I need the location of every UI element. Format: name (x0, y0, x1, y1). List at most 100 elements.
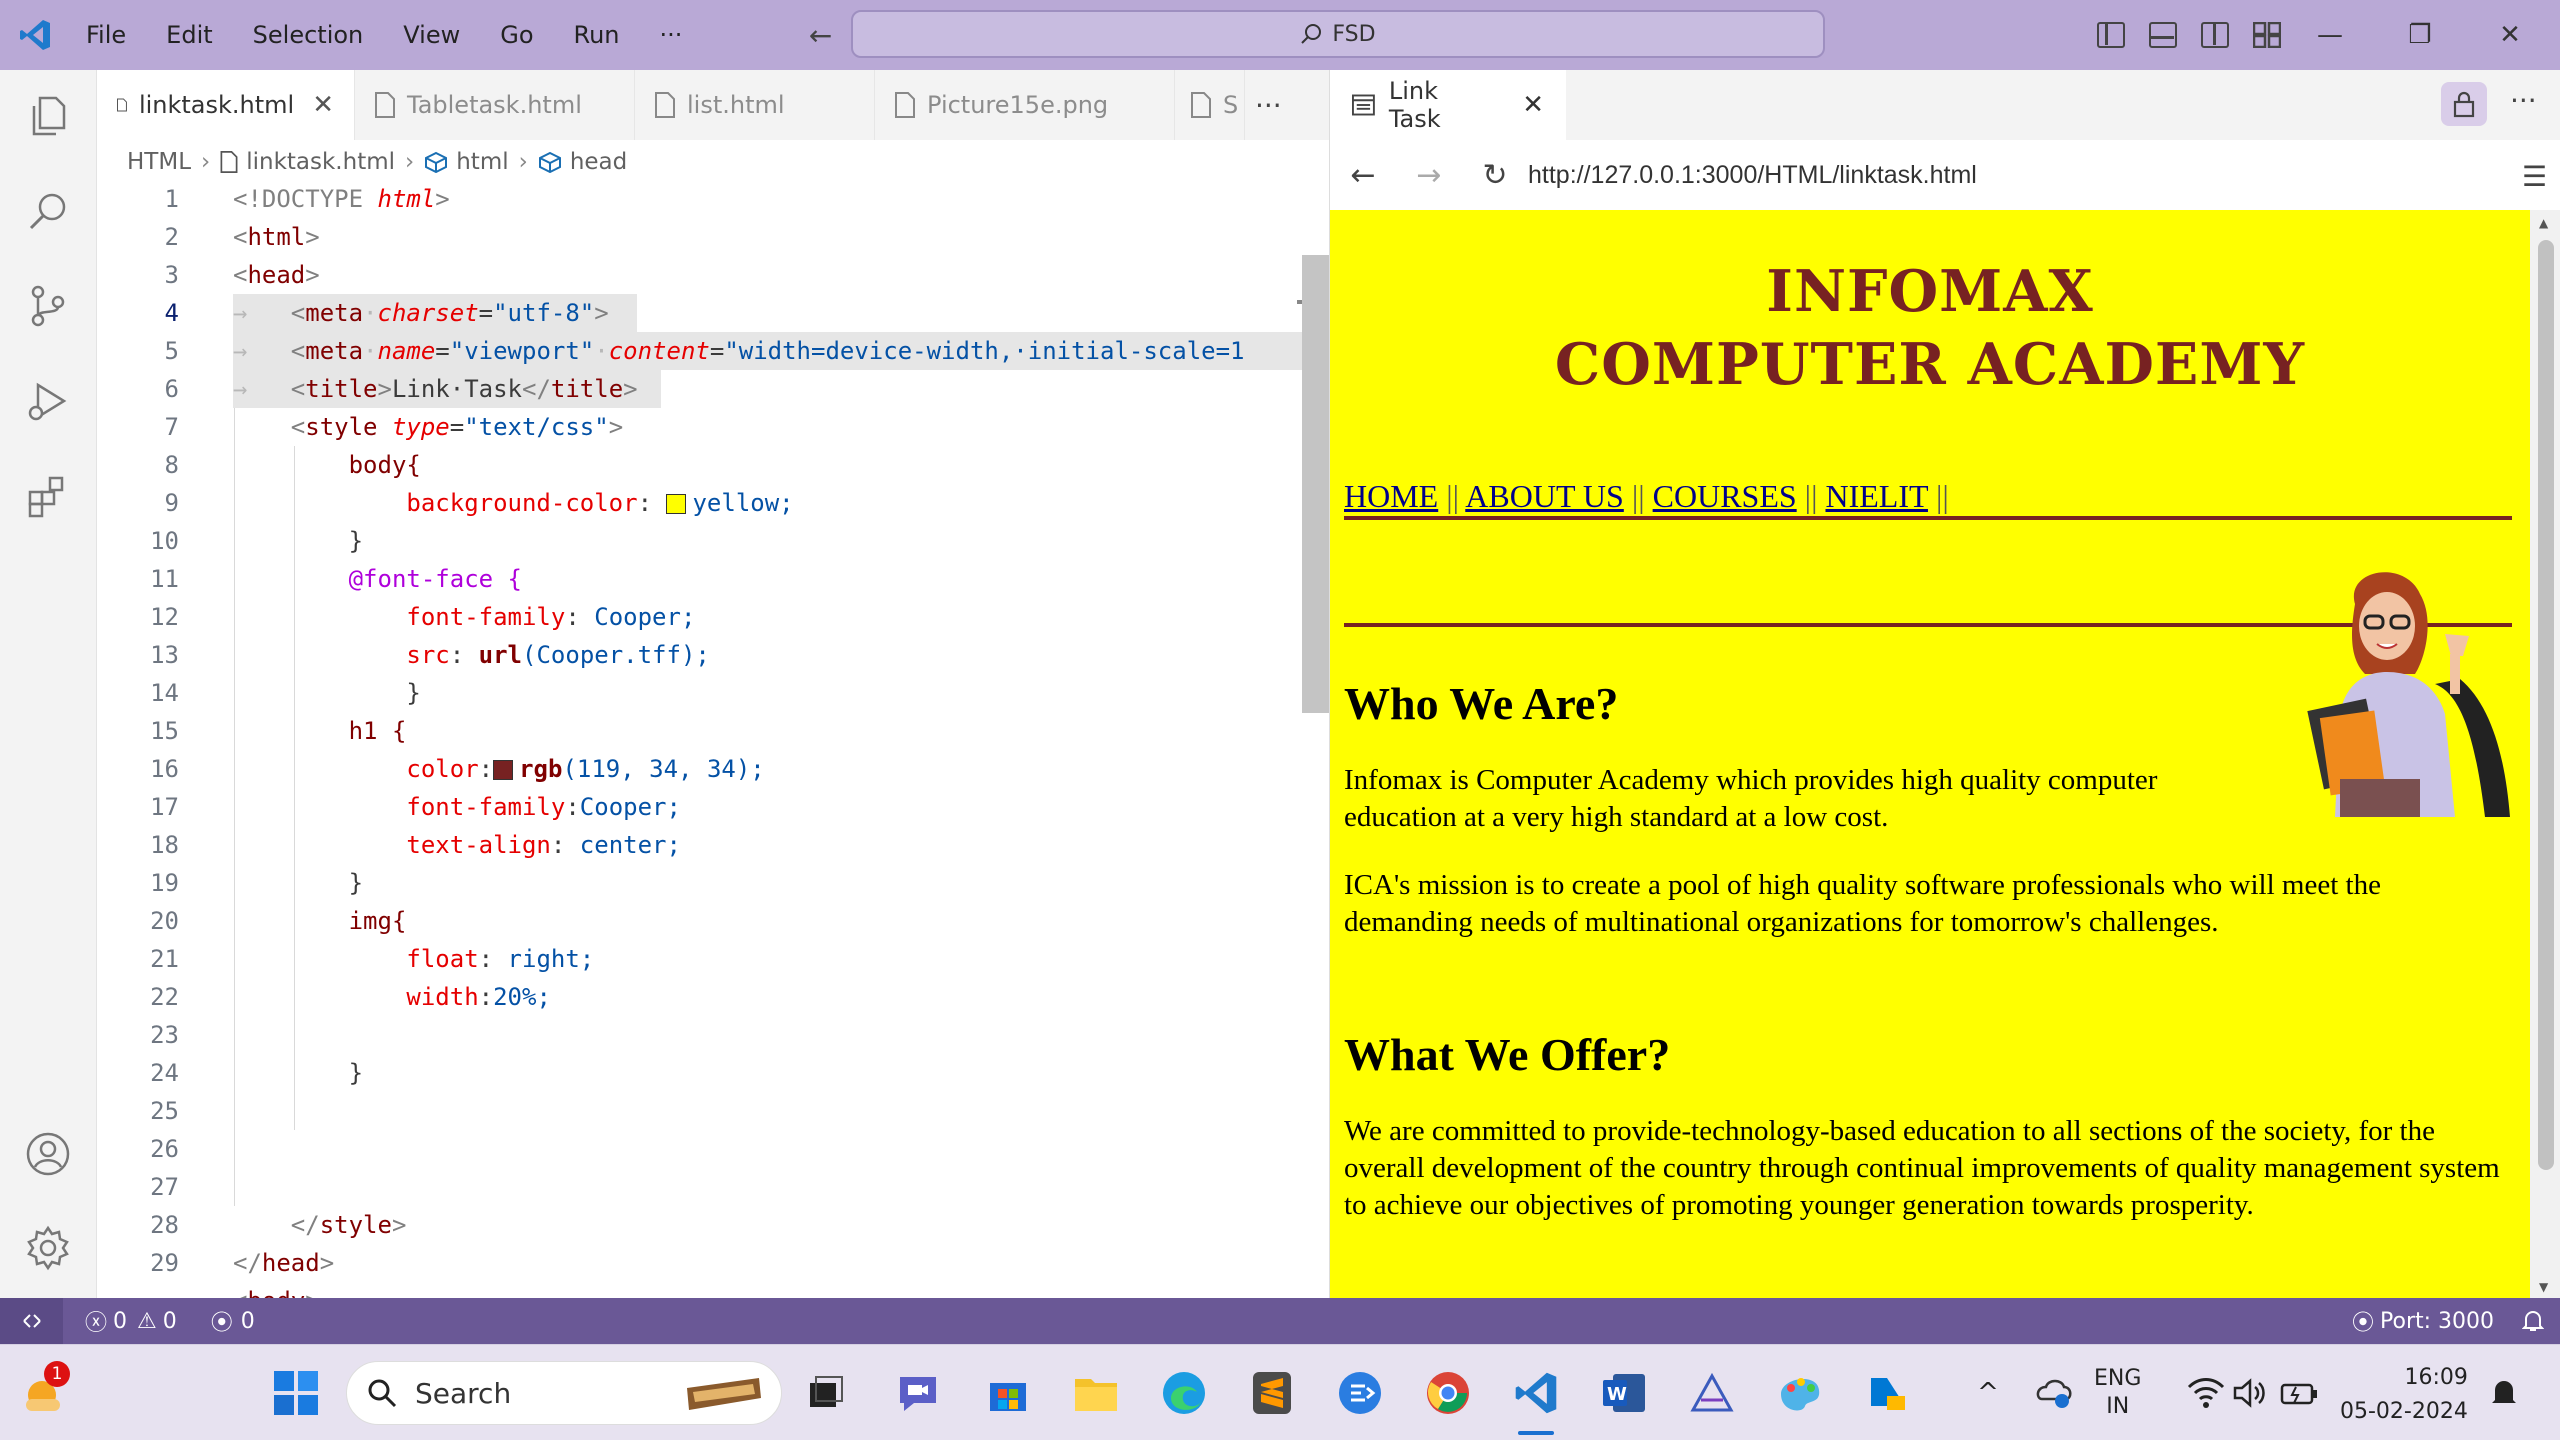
ports-indicator[interactable]: ⦿ 0 (211, 1305, 255, 1337)
extensions-icon[interactable] (22, 470, 74, 522)
customize-layout-icon[interactable] (2252, 21, 2282, 49)
close-window-button[interactable]: ✕ (2465, 0, 2555, 70)
breadcrumb-html[interactable]: html (456, 149, 508, 175)
preview-tab-label: Link Task (1388, 77, 1441, 133)
url-input[interactable] (1528, 150, 2488, 200)
sublime-text-icon[interactable] (1246, 1367, 1298, 1419)
toggle-panel-icon[interactable] (2149, 22, 2177, 48)
account-icon[interactable] (22, 1128, 74, 1180)
onedrive-app-icon[interactable] (1862, 1367, 1914, 1419)
preview-scrollbar[interactable]: ▲ ▼ (2530, 210, 2560, 1298)
file-explorer-icon[interactable] (1070, 1367, 1122, 1419)
task-view-icon[interactable] (800, 1367, 852, 1419)
nav-link-about[interactable]: ABOUT US (1465, 478, 1624, 514)
breadcrumb-folder[interactable]: HTML (127, 149, 191, 175)
minimize-button[interactable]: — (2285, 0, 2375, 70)
browser-back-icon[interactable]: ← (1330, 158, 1396, 193)
search-icon[interactable] (22, 185, 74, 237)
nav-link-courses[interactable]: COURSES (1653, 478, 1797, 514)
wifi-icon[interactable] (2180, 1367, 2232, 1419)
nav-link-home[interactable]: HOME (1344, 478, 1438, 514)
source-control-icon[interactable] (22, 280, 74, 332)
explorer-icon[interactable] (22, 90, 74, 142)
menu-more[interactable]: ··· (640, 0, 703, 70)
taskbar-search[interactable]: Search (346, 1361, 782, 1425)
code-line-4: → <meta·charset="utf-8"> (233, 294, 637, 332)
edge-browser-icon[interactable] (1158, 1367, 1210, 1419)
close-tab-icon[interactable]: ✕ (312, 90, 334, 120)
vscode-logo-icon[interactable] (0, 0, 70, 70)
show-hidden-icons-chevron-icon[interactable]: ^ (1962, 1367, 2014, 1419)
menu-view[interactable]: View (383, 0, 480, 70)
tab-linktask[interactable]: linktask.html ✕ (97, 70, 355, 140)
live-server-port[interactable]: ⦿ Port: 3000 (2352, 1305, 2494, 1337)
preview-scrollbar-thumb[interactable] (2538, 240, 2554, 1170)
vscode-taskbar-icon[interactable] (1510, 1367, 1562, 1419)
tab-label: list.html (687, 91, 785, 119)
notification-center-bell-icon[interactable] (2478, 1367, 2530, 1419)
menu-go[interactable]: Go (480, 0, 553, 70)
paint-app-icon[interactable] (1774, 1367, 1826, 1419)
file-icon (375, 92, 395, 118)
settings-gear-icon[interactable] (22, 1222, 74, 1274)
code-line-21: float: right; (406, 945, 595, 973)
input-language[interactable]: ENG IN (2094, 1365, 2141, 1421)
toggle-secondary-sidebar-icon[interactable] (2201, 22, 2229, 48)
browser-reload-icon[interactable]: ↻ (1462, 158, 1528, 193)
volume-icon[interactable] (2226, 1367, 2278, 1419)
tab-picture15e[interactable]: Picture15e.png (875, 70, 1175, 140)
battery-icon[interactable] (2274, 1367, 2326, 1419)
microsoft-store-icon[interactable] (982, 1367, 1034, 1419)
chrome-browser-icon[interactable] (1422, 1367, 1474, 1419)
nav-link-nielit[interactable]: NIELIT (1825, 478, 1927, 514)
close-preview-tab-icon[interactable]: ✕ (1522, 90, 1544, 120)
command-center[interactable]: FSD (851, 10, 1825, 58)
tab-label: linktask.html (138, 91, 295, 119)
line-number: 15 (150, 717, 179, 745)
preview-tab[interactable]: Link Task ✕ (1330, 70, 1566, 140)
preview-more-actions-icon[interactable]: ··· (2510, 84, 2537, 117)
preview-url-bar: ← → ↻ ☰ (1330, 140, 2560, 210)
line-number: 14 (150, 679, 179, 707)
breadcrumb-file[interactable]: linktask.html (246, 149, 395, 175)
vector-app-icon[interactable] (1686, 1367, 1738, 1419)
color-swatch-maroon[interactable] (493, 760, 514, 780)
restore-button[interactable]: ❐ (2375, 0, 2465, 70)
scroll-up-arrow-icon[interactable]: ▲ (2539, 216, 2548, 230)
lock-group-icon[interactable] (2441, 82, 2487, 126)
problems-indicator[interactable]: ⓧ 0 ⚠ 0 (85, 1305, 177, 1337)
line-number: 8 (164, 451, 179, 479)
tab-label: Picture15e.png (927, 91, 1109, 119)
remote-indicator-icon[interactable] (0, 1298, 63, 1344)
line-number: 10 (150, 527, 179, 555)
breadcrumb-head[interactable]: head (570, 149, 627, 175)
power-automate-icon[interactable] (1334, 1367, 1386, 1419)
clock[interactable]: 16:09 05-02-2024 (2340, 1361, 2468, 1429)
tabs-more-button[interactable]: ··· (1245, 70, 1305, 140)
browser-forward-icon[interactable]: → (1396, 158, 1462, 193)
tab-overflow[interactable]: S (1175, 70, 1245, 140)
weather-widget-icon[interactable]: 1 (18, 1361, 70, 1419)
menu-selection[interactable]: Selection (233, 0, 384, 70)
code-editor[interactable]: 1 2 3 4 5 6 7 8 9 10 11 12 13 14 15 16 1… (97, 180, 1329, 1298)
browser-menu-icon[interactable]: ☰ (2522, 160, 2547, 193)
menu-run[interactable]: Run (554, 0, 640, 70)
editor-vertical-scrollbar[interactable] (1302, 255, 1329, 713)
word-icon[interactable]: W (1598, 1367, 1650, 1419)
menu-edit[interactable]: Edit (146, 0, 232, 70)
windows-start-icon[interactable] (270, 1367, 322, 1419)
run-debug-icon[interactable] (22, 375, 74, 427)
menu-file[interactable]: File (70, 0, 146, 70)
toggle-primary-sidebar-icon[interactable] (2097, 22, 2125, 48)
scroll-down-arrow-icon[interactable]: ▼ (2539, 1280, 2548, 1294)
tab-list[interactable]: list.html (635, 70, 875, 140)
notifications-bell-icon[interactable] (2522, 1309, 2544, 1333)
security-tray-icon[interactable] (2028, 1367, 2080, 1419)
teams-chat-icon[interactable] (892, 1367, 944, 1419)
code-line-5: → <meta·name="viewport"·content="width=d… (233, 332, 1313, 370)
code-line-24: } (348, 1059, 364, 1087)
broadcast-icon: ⦿ (210, 1311, 233, 1336)
color-swatch-yellow[interactable] (666, 494, 687, 514)
back-arrow-icon[interactable]: ← (792, 19, 848, 52)
tab-tabletask[interactable]: Tabletask.html (355, 70, 635, 140)
